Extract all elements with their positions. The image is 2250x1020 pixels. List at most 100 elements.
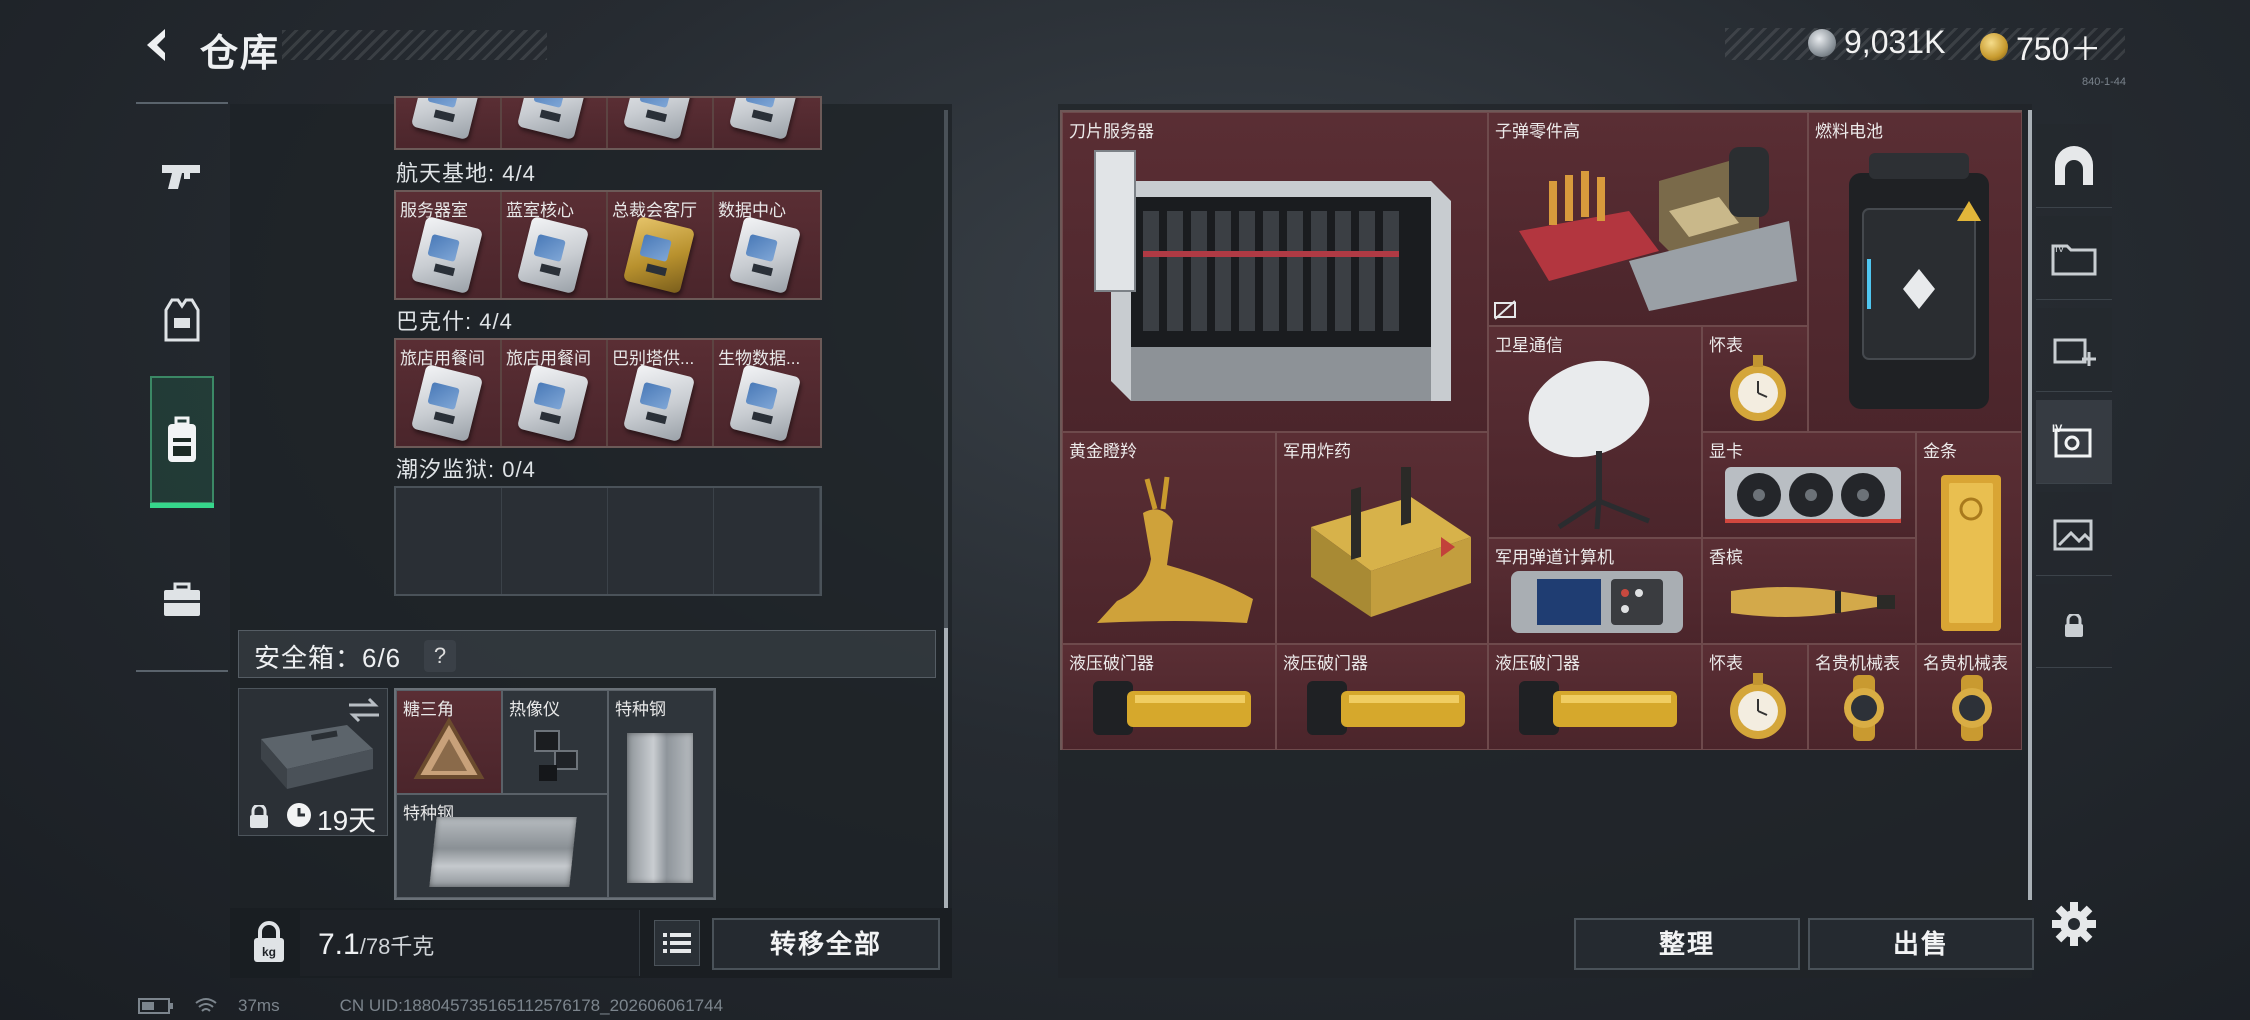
tab-storage-5[interactable] <box>2036 492 2112 576</box>
keycard-item[interactable]: 总裁会客厅 <box>608 192 714 298</box>
empty-slot[interactable] <box>396 488 502 594</box>
stash-item-luxury-watch[interactable]: 名贵机械表 <box>1808 644 1916 750</box>
stash-item-champagne[interactable]: 香槟 <box>1702 538 1916 644</box>
keycard-item[interactable]: 巴别塔供... <box>608 340 714 446</box>
item-label: 名贵机械表 <box>1815 654 1900 673</box>
keycard-icon <box>728 363 802 443</box>
keycard-item[interactable]: 蓝室核心 <box>502 192 608 298</box>
premium-coin-icon <box>1980 33 2008 61</box>
keycard-icon <box>622 363 696 443</box>
empty-slot[interactable] <box>608 488 714 594</box>
empty-slot[interactable] <box>714 488 820 594</box>
currency-premium[interactable]: 750＋ <box>1980 24 2101 70</box>
nav-backpack[interactable] <box>150 376 214 508</box>
tab-locked[interactable] <box>2036 584 2112 668</box>
safe-item-special-steel-vertical[interactable]: 特种钢 <box>608 690 714 898</box>
item-label: 金条 <box>1923 442 1957 461</box>
sugar-triangle-icon <box>413 717 485 779</box>
transfer-all-button[interactable]: 转移全部 <box>712 918 940 970</box>
collection-title-bakhsh: 巴克什: 4/4 <box>396 309 513 334</box>
tab-storage-home[interactable] <box>2036 124 2112 208</box>
nav-armor[interactable] <box>150 288 214 352</box>
stash-item-ammo-parts[interactable]: 子弹零件高 <box>1488 112 1808 326</box>
stash-item-blade-server[interactable]: 刀片服务器 <box>1062 112 1488 432</box>
currency-havcoin-amount: 9,031K <box>1844 24 1946 60</box>
keycard-slot[interactable] <box>502 98 608 148</box>
safe-item-thermal-imager[interactable]: 热像仪 <box>502 690 608 794</box>
backpack-icon <box>168 416 196 462</box>
item-label: 军用弹道计算机 <box>1495 548 1614 567</box>
stash-item-satellite[interactable]: 卫星通信 <box>1488 326 1702 538</box>
currency-havcoin[interactable]: 9,031K <box>1808 24 1945 61</box>
item-label: 显卡 <box>1709 442 1743 461</box>
stash-item-golden-gazelle[interactable]: 黄金瞪羚 <box>1062 432 1276 644</box>
safe-item-sugar-triangle[interactable]: 糖三角 <box>396 690 502 794</box>
left-scrollbar-thumb[interactable] <box>944 628 948 908</box>
stash-item-hydraulic-breacher[interactable]: 液压破门器 <box>1488 644 1702 750</box>
sort-button[interactable]: 整理 <box>1574 918 1800 970</box>
weight-lock-icon: kg <box>254 921 284 962</box>
list-view-button[interactable] <box>654 920 700 966</box>
fuel-cell-icon <box>1849 153 1989 409</box>
stash-item-fuel-cell[interactable]: 燃料电池 <box>1808 112 2022 432</box>
safe-item-special-steel-horizontal[interactable]: 特种钢 <box>396 794 608 898</box>
title-decoration <box>282 30 547 60</box>
storage-arch-icon <box>2055 145 2093 185</box>
stash-grid: 刀片服务器 子弹零件高 燃料电池 卫星通信 怀表 黄金瞪羚 军用炸药 显卡 金条… <box>1060 110 2022 750</box>
lock-icon <box>2065 613 2083 637</box>
stash-item-gold-bar[interactable]: 金条 <box>1916 432 2022 644</box>
safe-item-label: 热像仪 <box>509 700 560 719</box>
stash-item-pocket-watch[interactable]: 怀表 <box>1702 326 1808 432</box>
weight-value: 7.1 <box>318 928 360 961</box>
lock-icon <box>250 805 268 828</box>
stash-item-hydraulic-breacher[interactable]: 液压破门器 <box>1276 644 1488 750</box>
sell-button[interactable]: 出售 <box>1808 918 2034 970</box>
keycard-slot[interactable] <box>608 98 714 148</box>
stash-item-ballistic-computer[interactable]: 军用弹道计算机 <box>1488 538 1702 644</box>
no-insure-icon <box>1494 300 1516 320</box>
tab-storage-2[interactable]: IV <box>2036 216 2112 300</box>
keycard-item[interactable]: 旅店用餐间 <box>502 340 608 446</box>
item-label: 怀表 <box>1709 654 1743 673</box>
list-icon <box>663 933 691 953</box>
keycard-item[interactable]: 旅店用餐间 <box>396 340 502 446</box>
stash-item-graphics-card[interactable]: 显卡 <box>1702 432 1916 538</box>
svg-text:kg: kg <box>262 945 276 959</box>
steel-bar-icon <box>627 733 693 883</box>
champagne-bottle-icon <box>1731 587 1895 617</box>
empty-slot[interactable] <box>502 488 608 594</box>
stash-item-pocket-watch[interactable]: 怀表 <box>1702 644 1808 750</box>
version-label: 840-1-44 <box>2082 76 2127 88</box>
stash-scrollbar[interactable] <box>2028 110 2032 900</box>
keycard-item[interactable]: 生物数据... <box>714 340 820 446</box>
tab-storage-active[interactable]: IV <box>2036 400 2112 484</box>
folder-icon: IV <box>2051 244 2097 275</box>
stash-item-hydraulic-breacher[interactable]: 液压破门器 <box>1062 644 1276 750</box>
safe-box-title: 安全箱：6/6 <box>254 643 402 673</box>
thermal-imager-icon <box>534 730 578 781</box>
safe-box-help-button[interactable]: ? <box>424 640 456 672</box>
stash-item-luxury-watch[interactable]: 名贵机械表 <box>1916 644 2022 750</box>
keycard-icon <box>728 215 802 295</box>
luxury-watch-icon <box>1844 675 1884 741</box>
safe-box-grid: 糖三角 热像仪 特种钢 特种钢 <box>394 688 716 900</box>
tab-add-storage[interactable] <box>2036 308 2112 392</box>
havcoin-icon <box>1808 28 1836 57</box>
back-button[interactable] <box>134 22 184 68</box>
keycard-label: 总裁会客厅 <box>612 201 697 220</box>
weight-lock-button[interactable]: kg <box>246 920 292 966</box>
keycard-label: 巴别塔供... <box>612 349 695 368</box>
keycard-item[interactable]: 数据中心 <box>714 192 820 298</box>
safe-box-case[interactable]: 19天 <box>238 688 388 836</box>
keycard-label: 生物数据... <box>718 349 801 368</box>
keycard-item[interactable]: 服务器室 <box>396 192 502 298</box>
keycard-slot[interactable] <box>714 98 820 148</box>
keycard-slot[interactable] <box>396 98 502 148</box>
stash-item-military-explosive[interactable]: 军用炸药 <box>1276 432 1488 644</box>
keycard-icon <box>516 363 590 443</box>
settings-button[interactable] <box>2050 900 2098 948</box>
nav-weapons[interactable] <box>150 144 214 208</box>
nav-briefcase[interactable] <box>150 568 214 632</box>
steel-bar-icon <box>429 817 577 887</box>
weight-max: /78千克 <box>359 934 435 959</box>
